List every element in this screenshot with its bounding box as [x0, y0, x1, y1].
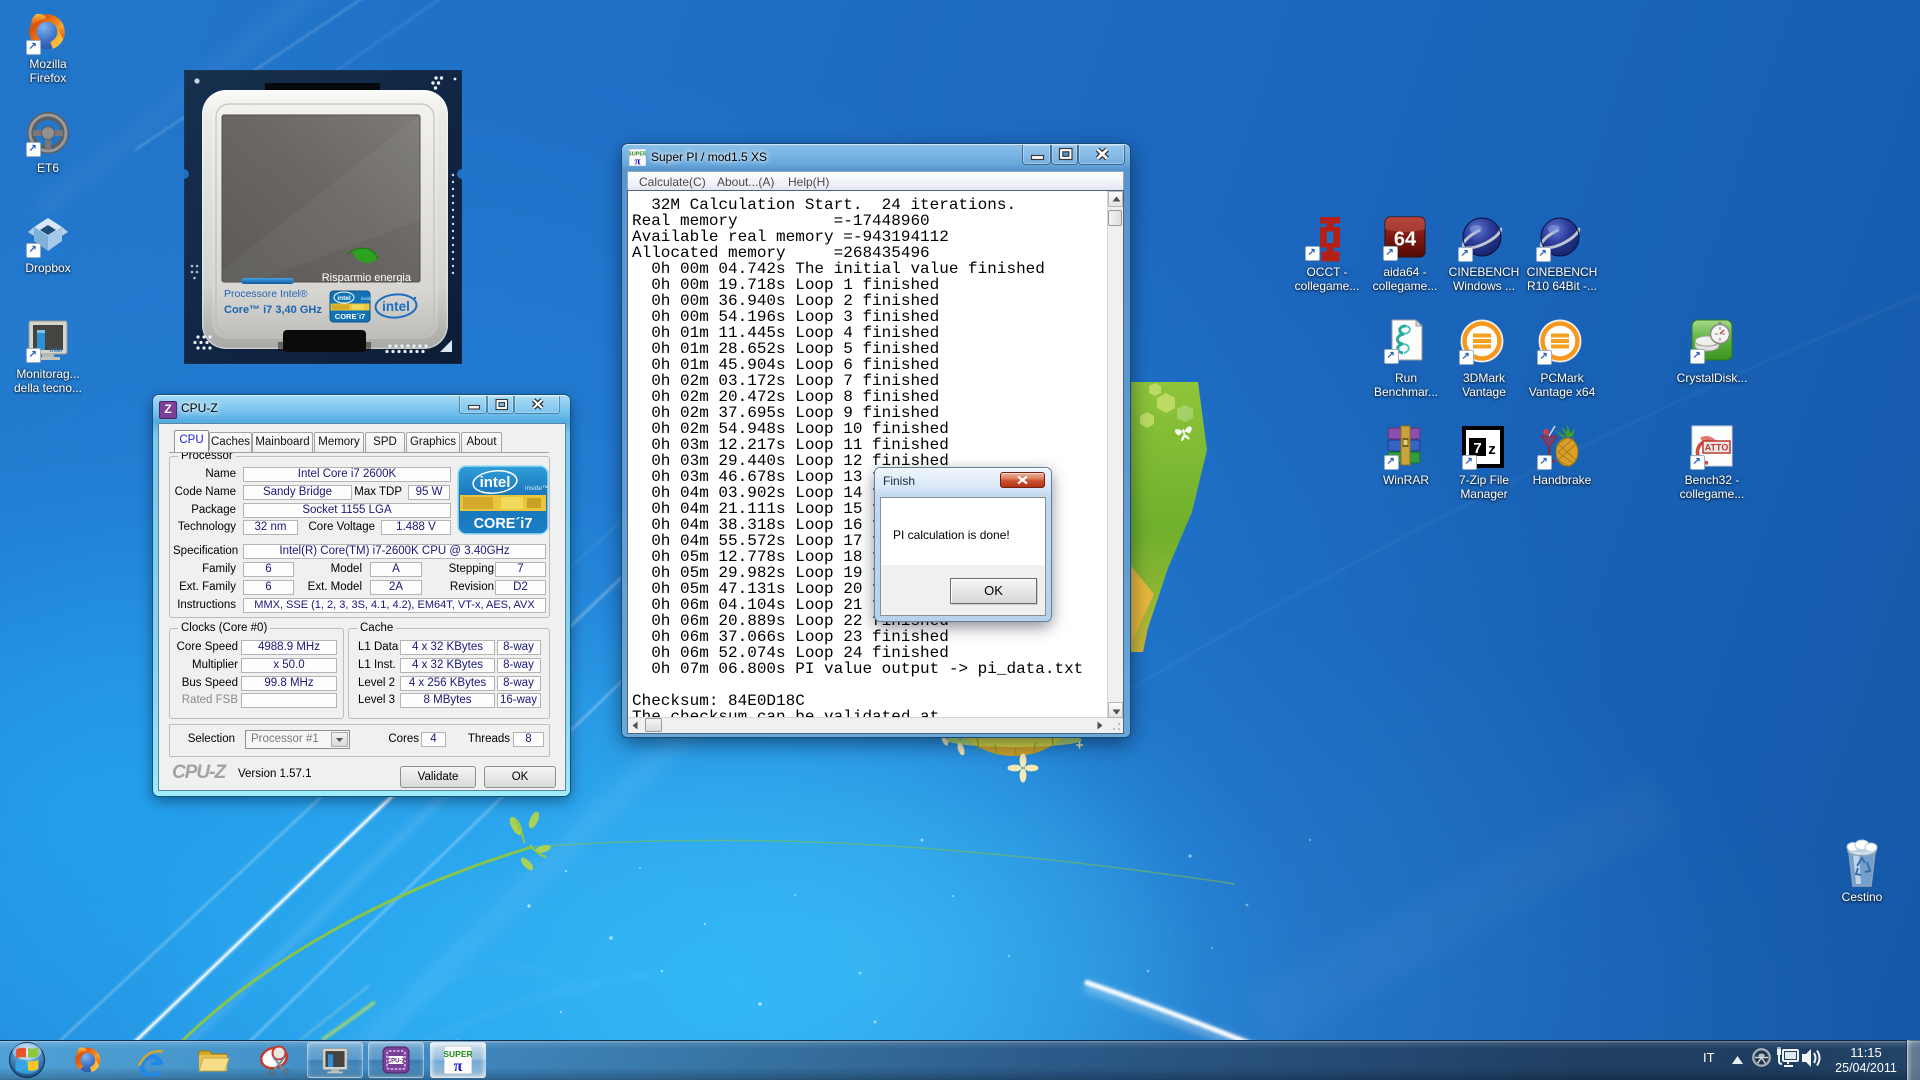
svg-text:π: π: [634, 156, 640, 167]
svg-text:z: z: [1488, 441, 1496, 458]
svg-text:intel: intel: [382, 299, 410, 314]
svg-text:CORE´i7: CORE´i7: [474, 516, 533, 532]
svg-text:CPU-Z: CPU-Z: [387, 1059, 406, 1065]
svg-text:intel: intel: [337, 295, 351, 302]
svg-text:intel: intel: [50, 348, 63, 354]
svg-text:CORE´i7: CORE´i7: [335, 312, 365, 321]
svg-text:inside™: inside™: [525, 485, 548, 492]
svg-text:intel: intel: [480, 474, 511, 491]
svg-text:ATTO: ATTO: [1705, 443, 1729, 453]
svg-text:Risparmio energia: Risparmio energia: [322, 272, 412, 284]
svg-text:π: π: [454, 1058, 463, 1074]
svg-text:Core™ i7 3,40 GHz: Core™ i7 3,40 GHz: [224, 304, 322, 316]
svg-text:Processore Intel®: Processore Intel®: [224, 288, 308, 300]
svg-text:inside™: inside™: [361, 296, 377, 301]
